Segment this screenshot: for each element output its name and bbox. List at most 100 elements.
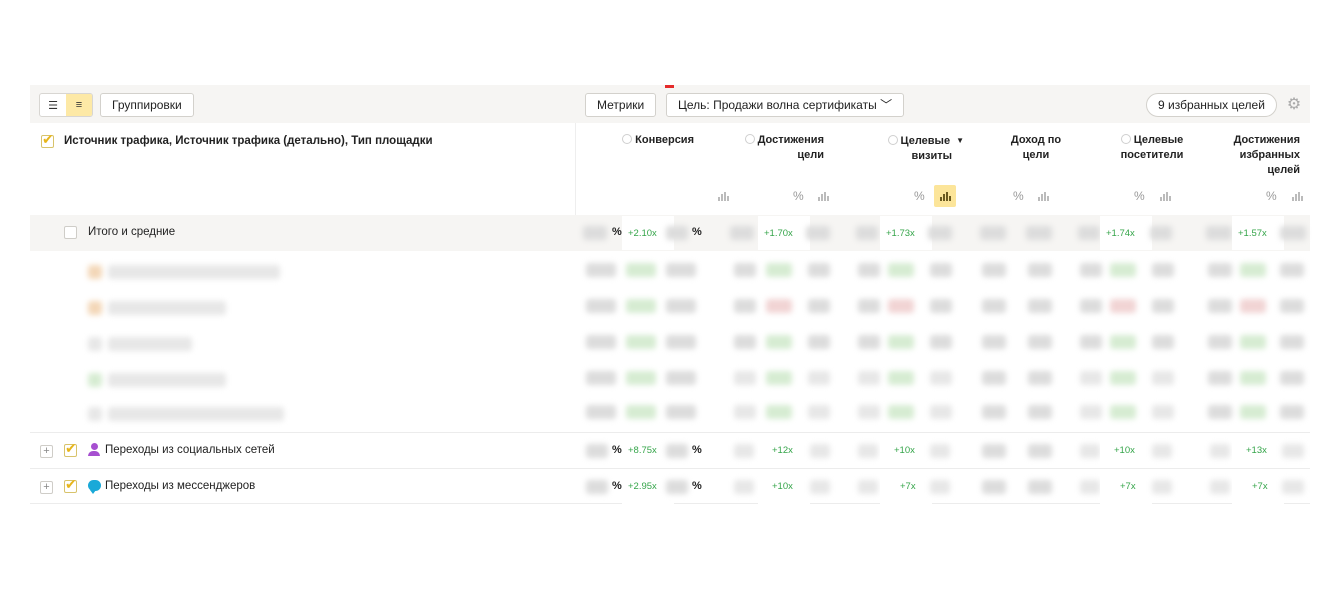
percent-sign: % [692, 226, 702, 238]
table-row-messengers: + Переходы из мессенджеров % +2.95x % +1… [30, 468, 1310, 504]
blurred-value [1080, 299, 1102, 313]
row-checkbox[interactable] [64, 476, 77, 493]
chart-toggle-icon[interactable] [1032, 185, 1054, 207]
blurred-value [666, 263, 696, 277]
dimension-header: Источник трафика, Источник трафика (дета… [30, 123, 575, 215]
blurred-label [108, 265, 280, 279]
blurred-value [1152, 480, 1172, 494]
blurred-value [982, 335, 1006, 349]
blurred-value [734, 335, 756, 349]
change-value: +1.74x [1106, 228, 1135, 239]
info-icon [887, 135, 898, 145]
percent-toggle-icon[interactable]: % [793, 189, 804, 203]
blurred-value [1028, 444, 1052, 458]
blurred-value [586, 299, 616, 313]
blurred-value [1152, 405, 1174, 419]
chart-toggle-icon[interactable] [1154, 185, 1176, 207]
chart-toggle-icon[interactable] [1286, 185, 1308, 207]
blurred-value [1028, 335, 1052, 349]
blurred-value [666, 444, 688, 458]
blurred-value [766, 371, 792, 385]
blurred-value [734, 444, 754, 458]
blurred-icon [88, 337, 102, 351]
blurred-value [586, 335, 616, 349]
blurred-value [734, 480, 754, 494]
blurred-label [108, 337, 192, 351]
select-all-checkbox[interactable] [41, 131, 54, 148]
blurred-value [1080, 444, 1100, 458]
blurred-value [626, 335, 656, 349]
percent-toggle-icon[interactable]: % [1266, 189, 1277, 203]
chart-toggle-icon[interactable] [712, 185, 734, 207]
blurred-value [1028, 263, 1052, 277]
change-value: +7x [900, 481, 916, 492]
groupings-button[interactable]: Группировки [100, 93, 194, 117]
goal-select[interactable]: Цель: Продажи волна сертификаты ﹀ [666, 93, 905, 117]
blurred-value [766, 299, 792, 313]
dimension-header-title: Источник трафика, Источник трафика (дета… [64, 135, 433, 147]
blurred-value [1080, 263, 1102, 277]
info-icon [1120, 134, 1131, 144]
percent-toggle-icon[interactable]: % [1134, 189, 1145, 203]
expand-icon[interactable]: + [40, 445, 53, 458]
column-header-target-visits[interactable]: Целевые ▼ визиты [876, 133, 964, 164]
blurred-value [982, 263, 1006, 277]
blurred-value [1280, 226, 1306, 240]
column-header-goal-revenue[interactable]: Доход по цели [996, 133, 1076, 163]
blurred-value [1280, 371, 1304, 385]
blurred-value [1280, 335, 1304, 349]
row-checkbox[interactable] [64, 440, 77, 457]
goal-select-label: Цель: Продажи волна сертификаты [678, 98, 877, 112]
column-header-label: целей [1267, 164, 1300, 176]
blurred-value [734, 371, 756, 385]
column-header-favorite-goal-reaches[interactable]: Достижения избранных целей [1216, 133, 1300, 178]
tree-view-button[interactable]: ≡ [66, 94, 92, 116]
blurred-value [888, 371, 914, 385]
blurred-value [1028, 405, 1052, 419]
list-view-button[interactable]: ☰ [40, 94, 66, 116]
blurred-value [858, 444, 878, 458]
column-header-label: Достижения [1233, 134, 1300, 146]
blurred-value [982, 444, 1006, 458]
chevron-down-icon: ﹀ [880, 98, 893, 112]
change-value: +1.57x [1238, 228, 1267, 239]
blurred-value [1110, 405, 1136, 419]
column-header-target-visitors[interactable]: Целевые посетители [1106, 133, 1198, 163]
blurred-value [808, 335, 830, 349]
column-header-label: Целевые [1133, 134, 1184, 146]
chart-toggle-icon[interactable] [934, 185, 956, 207]
blurred-value [1110, 371, 1136, 385]
change-value: +10x [1114, 445, 1135, 456]
column-header-conversion[interactable]: Конверсия [616, 133, 694, 148]
report-table: ☰ ≡ Группировки Метрики Цель: Продажи во… [30, 85, 1310, 505]
metrics-header: Конверсия Достижения цели Целевые ▼ визит… [575, 123, 1310, 215]
blurred-value [1078, 226, 1100, 240]
change-value: +7x [1252, 481, 1268, 492]
expand-icon[interactable]: + [40, 481, 53, 494]
blurred-value [1210, 444, 1230, 458]
favorite-goals-button[interactable]: 9 избранных целей [1146, 93, 1277, 117]
blurred-value [930, 444, 950, 458]
blurred-label [108, 301, 226, 315]
chart-toggle-icon[interactable] [812, 185, 834, 207]
column-header-goal-reaches[interactable]: Достижения цели [736, 133, 824, 163]
blurred-value [808, 299, 830, 313]
change-value: +2.95x [628, 481, 657, 492]
blurred-value [1026, 226, 1052, 240]
percent-toggle-icon[interactable]: % [914, 189, 925, 203]
blurred-value [1110, 263, 1136, 277]
blurred-value [1240, 299, 1266, 313]
blurred-value [734, 405, 756, 419]
blurred-value [1080, 335, 1102, 349]
percent-sign: % [612, 480, 622, 492]
column-header-label: цели [797, 149, 824, 161]
blurred-value [930, 263, 952, 277]
table-row-social: + Переходы из социальных сетей % +8.75x … [30, 432, 1310, 468]
percent-toggle-icon[interactable]: % [1013, 189, 1024, 203]
metrics-button[interactable]: Метрики [585, 93, 657, 117]
blurred-value [810, 444, 830, 458]
gear-icon[interactable]: ⚙ [1285, 96, 1303, 114]
row-checkbox[interactable] [64, 226, 77, 239]
blurred-value [734, 263, 756, 277]
red-indicator [665, 85, 674, 88]
